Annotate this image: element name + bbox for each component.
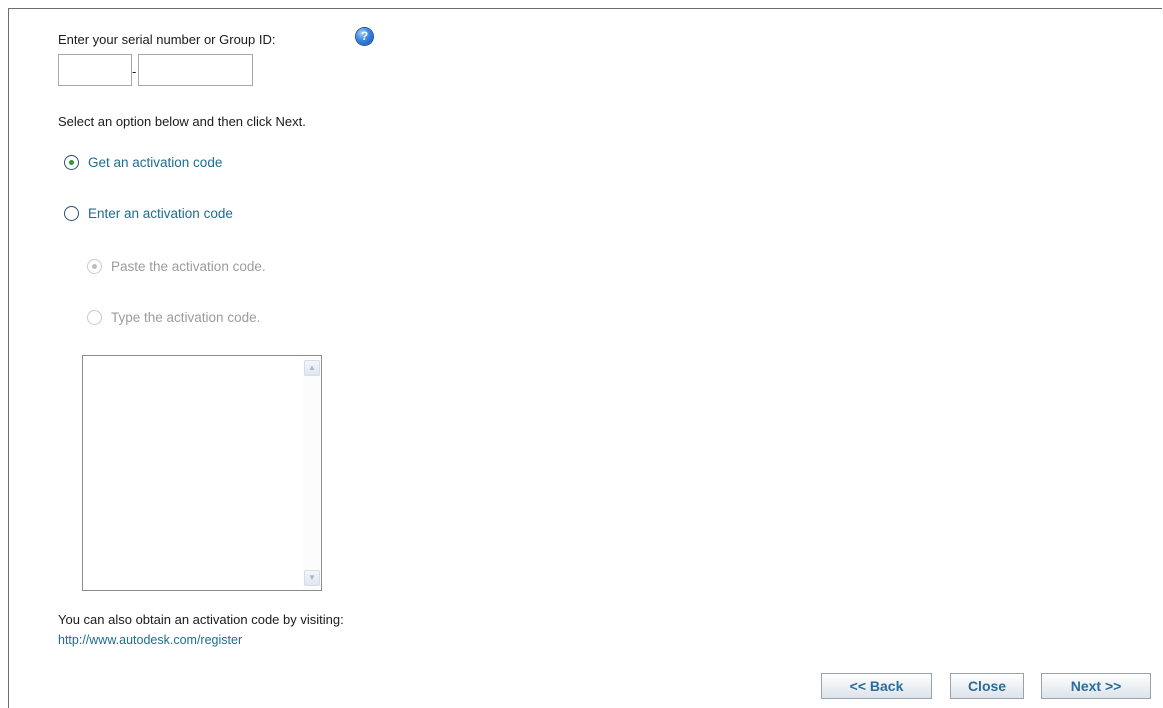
- activation-code-textarea[interactable]: [82, 355, 322, 591]
- option-enter-code-label: Enter an activation code: [88, 206, 233, 221]
- close-button[interactable]: Close: [950, 673, 1024, 699]
- option-type-code: Type the activation code.: [87, 310, 260, 325]
- option-type-code-label: Type the activation code.: [111, 310, 261, 325]
- radio-type-code: [87, 310, 102, 325]
- option-get-code[interactable]: Get an activation code: [64, 155, 222, 170]
- option-get-code-label: Get an activation code: [88, 155, 223, 170]
- instruction-text: Select an option below and then click Ne…: [58, 114, 306, 129]
- serial-label: Enter your serial number or Group ID:: [58, 32, 276, 47]
- register-link[interactable]: http://www.autodesk.com/register: [58, 633, 242, 647]
- radio-enter-code[interactable]: [64, 206, 79, 221]
- radio-paste-code: [87, 259, 102, 274]
- option-paste-code: Paste the activation code.: [87, 259, 266, 274]
- option-enter-code[interactable]: Enter an activation code: [64, 206, 233, 221]
- serial-part1-input[interactable]: [58, 54, 132, 86]
- footer-text: You can also obtain an activation code b…: [58, 612, 344, 627]
- radio-get-code[interactable]: [64, 155, 79, 170]
- option-paste-code-label: Paste the activation code.: [111, 259, 266, 274]
- serial-part2-input[interactable]: [138, 54, 253, 86]
- back-button[interactable]: << Back: [821, 673, 932, 699]
- serial-separator: -: [132, 64, 137, 79]
- help-icon[interactable]: ?: [356, 28, 373, 45]
- next-button[interactable]: Next >>: [1041, 673, 1151, 699]
